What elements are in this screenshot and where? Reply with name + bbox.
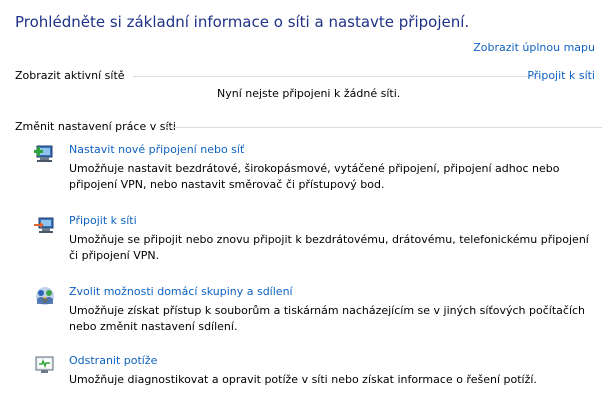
troubleshoot-icon [34,354,56,376]
homegroup-icon [34,285,56,307]
new-connection-description: Umožňuje nastavit bezdrátové, širokopásm… [69,162,560,191]
troubleshoot-link[interactable]: Odstranit potíže [69,354,157,367]
page-title: Prohlédněte si základní informace o síti… [15,13,470,31]
connect-to-network-link[interactable]: Připojit k síti [527,69,595,82]
full-map-link[interactable]: Zobrazit úplnou mapu [473,41,595,54]
connect-network-link[interactable]: Připojit k síti [69,214,137,227]
active-networks-heading: Zobrazit aktivní sítě [15,69,125,82]
change-settings-section: Změnit nastavení práce v síti [15,120,602,133]
connection-status: Nyní nejste připojeni k žádné síti. [217,87,401,100]
active-networks-section: Zobrazit aktivní sítě [15,69,542,82]
new-connection-link[interactable]: Nastavit nové připojení nebo síť [69,143,244,156]
new-connection-icon [34,143,56,165]
section-divider [166,127,602,128]
troubleshoot-description: Umožňuje diagnostikovat a opravit potíže… [69,373,537,386]
connect-network-icon [34,214,56,236]
section-divider [133,76,542,77]
homegroup-link[interactable]: Zvolit možnosti domácí skupiny a sdílení [69,285,293,298]
homegroup-description: Umožňuje získat přístup k souborům a tis… [69,304,586,333]
change-settings-heading: Změnit nastavení práce v síti [15,120,176,133]
connect-network-description: Umožňuje se připojit nebo znovu připojit… [69,233,589,262]
